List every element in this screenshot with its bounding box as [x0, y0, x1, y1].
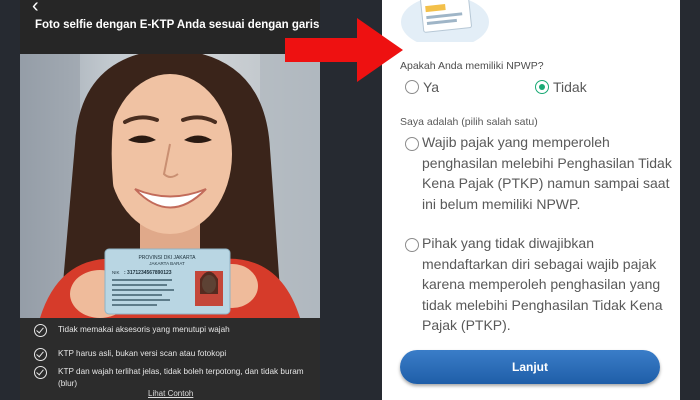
document-illustration: [401, 0, 489, 42]
ktp-card: PROVINSI DKI JAKARTA JAKARTA BARAT NIK :…: [104, 248, 231, 315]
requirement-text: Tidak memakai aksesoris yang menutupi wa…: [58, 325, 230, 334]
requirement-text: KTP dan wajah terlihat jelas, tidak bole…: [58, 367, 304, 388]
radio-tidak-label[interactable]: Tidak: [553, 79, 587, 95]
selfie-guide-screen: ‹ Foto selfie dengan E-KTP Anda sesuai d…: [20, 0, 320, 400]
next-button[interactable]: Lanjut: [400, 350, 660, 384]
ktp-nik-label: NIK: [112, 270, 120, 275]
pointer-arrow-icon: [285, 18, 403, 82]
requirement-text: KTP harus asli, bukan versi scan atau fo…: [58, 349, 227, 358]
npwp-form-screen: Apakah Anda memiliki NPWP? Ya Tidak Saya…: [382, 0, 680, 400]
selfie-example-photo: PROVINSI DKI JAKARTA JAKARTA BARAT NIK :…: [20, 54, 320, 318]
radio-tidak[interactable]: [535, 80, 549, 94]
selfie-title: Foto selfie dengan E-KTP Anda sesuai den…: [35, 19, 320, 31]
radio-status-option-1[interactable]: [405, 137, 419, 151]
status-option-1-text[interactable]: Wajib pajak yang memperoleh penghasilan …: [422, 132, 676, 214]
ktp-city: JAKARTA BARAT: [149, 261, 185, 266]
check-circle-icon: [34, 324, 47, 337]
radio-ya[interactable]: [405, 80, 419, 94]
radio-ya-label[interactable]: Ya: [423, 79, 439, 95]
selfie-header: ‹ Foto selfie dengan E-KTP Anda sesuai d…: [20, 0, 320, 56]
check-circle-icon: [34, 366, 47, 379]
see-example-link[interactable]: Lihat Contoh: [148, 389, 193, 398]
ktp-nik: : 3171234567890123: [124, 270, 172, 276]
status-option-2-text[interactable]: Pihak yang tidak diwajibkan mendaftarkan…: [422, 233, 676, 336]
npwp-question: Apakah Anda memiliki NPWP?: [400, 60, 544, 72]
radio-status-option-2[interactable]: [405, 238, 419, 252]
check-circle-icon: [34, 348, 47, 361]
chevron-left-icon[interactable]: ‹: [32, 0, 56, 16]
taxpayer-status-label: Saya adalah (pilih salah satu): [400, 116, 538, 128]
